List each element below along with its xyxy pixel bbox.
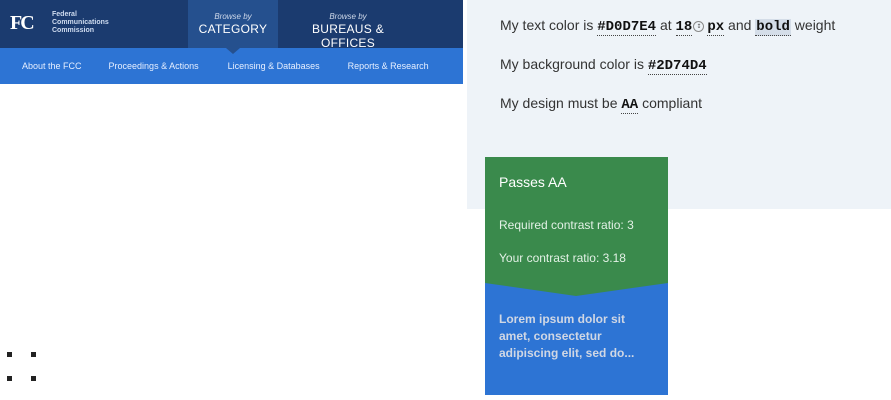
font-weight-field[interactable]: bold — [755, 19, 791, 36]
drag-handle-icon[interactable] — [7, 352, 41, 384]
fcc-name-line: Commission — [52, 27, 95, 34]
sample-text: Lorem ipsum dolor sit amet, consectetur … — [499, 312, 635, 360]
nav-item-licensing[interactable]: Licensing & Databases — [228, 61, 320, 71]
sentence-text: compliant — [638, 95, 703, 111]
fcc-logo[interactable]: FC — [10, 10, 40, 36]
nav-item-reports[interactable]: Reports & Research — [348, 61, 429, 71]
category-label: CATEGORY — [198, 22, 268, 36]
sentence-text: My design must be — [500, 95, 622, 111]
required-ratio: Required contrast ratio: 3 — [499, 218, 634, 232]
background-color-sentence: My background color is #2D74D4 — [500, 56, 707, 75]
font-unit-field[interactable]: px — [707, 19, 725, 36]
compliance-sentence: My design must be AA compliant — [500, 95, 703, 114]
sentence-text: weight — [790, 17, 836, 33]
nav-item-proceedings[interactable]: Proceedings & Actions — [109, 61, 199, 71]
fcc-name-line: Federal — [52, 11, 77, 18]
fcc-name-line: Communications — [52, 19, 109, 26]
text-color-sentence: My text color is #D0D7E4 at 18 ↕ px and bo… — [500, 17, 836, 36]
sentence-text: and — [724, 17, 756, 33]
contrast-result-card: Passes AA Required contrast ratio: 3 You… — [485, 157, 668, 283]
sentence-text: at — [656, 17, 676, 33]
number-stepper-icon[interactable]: ↕ — [693, 20, 705, 32]
fcc-top-bar: FC Federal Communications Commission Bro… — [0, 0, 463, 54]
browse-bureaus-tab[interactable]: Browse by BUREAUS & OFFICES — [286, 0, 410, 50]
your-ratio: Your contrast ratio: 3.18 — [499, 251, 626, 265]
browse-category-tab[interactable]: Browse by CATEGORY — [188, 0, 278, 54]
result-title: Passes AA — [499, 174, 567, 190]
bureaus-label: BUREAUS & OFFICES — [311, 22, 385, 50]
fcc-header: FC Federal Communications Commission Bro… — [0, 0, 463, 84]
result-pointer — [485, 283, 668, 296]
compliance-level-field[interactable]: AA — [621, 97, 639, 114]
fcc-agency-name: Federal Communications Commission — [52, 11, 109, 35]
text-color-field[interactable]: #D0D7E4 — [597, 19, 657, 36]
browse-by-label: Browse by — [329, 12, 367, 21]
sample-preview: Lorem ipsum dolor sit amet, consectetur … — [485, 283, 668, 395]
nav-item-about[interactable]: About the FCC — [22, 61, 82, 71]
browse-by-label: Browse by — [214, 12, 252, 21]
sentence-text: My background color is — [500, 56, 648, 72]
sentence-text: My text color is — [500, 17, 598, 33]
font-size-field[interactable]: 18 — [675, 19, 693, 36]
background-color-field[interactable]: #2D74D4 — [647, 58, 707, 75]
